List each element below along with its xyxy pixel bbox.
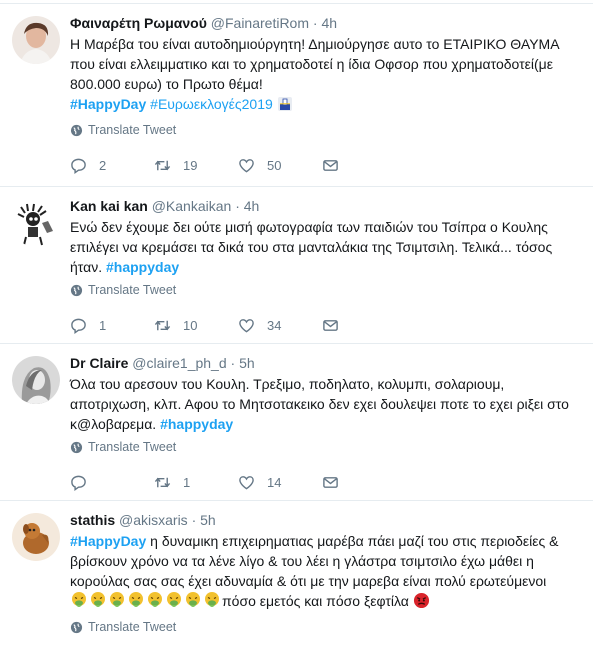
vomiting-face-icon <box>203 591 221 614</box>
globe-icon <box>70 284 83 296</box>
heart-icon <box>239 158 254 172</box>
tweet-header: Kan kai kan @Kankaikan · 4h <box>70 197 583 216</box>
separator-dot: · <box>235 198 240 214</box>
tweet-actions: 1 10 34 <box>70 315 583 335</box>
timestamp[interactable]: 5h <box>239 355 255 371</box>
envelope-icon <box>323 476 338 488</box>
hashtag-link[interactable]: #happyday <box>160 416 233 432</box>
tweet-text: Όλα του αρεσουν του Κουλη. Τρεξιμο, ποδη… <box>70 374 583 434</box>
fullname[interactable]: Φαιναρέτη Ρωμανού <box>70 15 207 31</box>
emoji-row <box>70 592 222 609</box>
tweet-text-body: Όλα του αρεσουν του Κουλη. Τρεξιμο, ποδη… <box>70 376 569 432</box>
tweet-text-tail: πόσο εμετός και πόσο ξεφτίλα <box>222 593 409 609</box>
tweet-actions: 1 14 <box>70 472 583 492</box>
heart-icon <box>239 475 254 489</box>
fullname[interactable]: Dr Claire <box>70 355 128 371</box>
retweet-icon <box>154 160 171 170</box>
reply-button[interactable]: 1 <box>70 317 154 334</box>
fullname[interactable]: Kan kai kan <box>70 198 148 214</box>
globe-icon <box>70 441 83 453</box>
avatar[interactable] <box>12 199 60 247</box>
globe-icon <box>70 621 83 633</box>
vomiting-face-icon <box>108 591 126 614</box>
reply-icon <box>71 318 86 334</box>
tweet[interactable]: Kan kai kan @Kankaikan · 4h Ενώ δεν έχου… <box>0 187 593 344</box>
reply-icon <box>71 158 86 174</box>
tweet-text: Ενώ δεν έχουμε δει ούτε μισή φωτογραφία … <box>70 217 583 277</box>
retweet-button[interactable]: 10 <box>154 317 238 334</box>
tweet-actions: 2 19 50 <box>70 155 583 175</box>
translate-tweet-link[interactable]: Translate Tweet <box>70 618 583 636</box>
separator-dot: · <box>191 512 197 528</box>
tweet[interactable]: stathis @akisxaris · 5h #HappyDay η δυνα… <box>0 501 593 649</box>
vomiting-face-icon <box>165 591 183 614</box>
like-button[interactable]: 50 <box>238 157 322 174</box>
heart-icon <box>239 318 254 332</box>
username[interactable]: @akisxaris <box>119 512 188 528</box>
avatar[interactable] <box>12 513 60 561</box>
vomiting-face-icon <box>70 591 88 614</box>
envelope-icon <box>323 159 338 171</box>
translate-tweet-link[interactable]: Translate Tweet <box>70 438 583 456</box>
vomiting-face-icon <box>146 591 164 614</box>
avatar[interactable] <box>12 356 60 404</box>
envelope-icon <box>323 319 338 331</box>
vomiting-face-icon <box>184 591 202 614</box>
retweet-icon <box>154 477 171 487</box>
separator-dot: · <box>312 15 318 31</box>
like-count: 34 <box>267 317 282 333</box>
globe-icon <box>70 124 83 136</box>
angry-face-icon <box>413 592 430 614</box>
like-button[interactable]: 14 <box>238 474 322 491</box>
translate-tweet-link[interactable]: Translate Tweet <box>70 121 583 139</box>
fullname[interactable]: stathis <box>70 512 115 528</box>
reply-button[interactable]: 2 <box>70 157 154 174</box>
timeline: Φαιναρέτη Ρωμανού @FainaretiRom · 4h Η Μ… <box>0 0 593 649</box>
tweet-text-body: Η Μαρέβα του είναι αυτοδημιούργητη! Δημι… <box>70 36 559 92</box>
username[interactable]: @claire1_ph_d <box>132 355 226 371</box>
retweet-button[interactable]: 1 <box>154 474 238 491</box>
reply-icon <box>71 475 86 491</box>
reply-button[interactable] <box>70 474 154 491</box>
reply-count: 2 <box>99 157 107 173</box>
timestamp[interactable]: 4h <box>321 15 337 31</box>
retweet-count: 10 <box>183 317 198 333</box>
timestamp[interactable]: 5h <box>200 512 216 528</box>
tweet-text: #HappyDay η δυναμικη επιχειρηματιας μαρέ… <box>70 531 583 614</box>
tweet-header: stathis @akisxaris · 5h <box>70 511 583 530</box>
vomiting-face-icon <box>89 591 107 614</box>
direct-message-button[interactable] <box>322 317 351 334</box>
hashtag-link[interactable]: #happyday <box>106 259 179 275</box>
direct-message-button[interactable] <box>322 157 351 174</box>
username[interactable]: @FainaretiRom <box>211 15 309 31</box>
like-button[interactable]: 34 <box>238 317 322 334</box>
hashtag-link[interactable]: #HappyDay <box>70 96 146 112</box>
retweet-count: 19 <box>183 157 198 173</box>
avatar[interactable] <box>12 16 60 64</box>
username[interactable]: @Kankaikan <box>152 198 232 214</box>
tweet-header: Φαιναρέτη Ρωμανού @FainaretiRom · 4h <box>70 14 583 33</box>
like-count: 14 <box>267 474 282 490</box>
retweet-button[interactable]: 19 <box>154 157 238 174</box>
direct-message-button[interactable] <box>322 474 351 491</box>
reply-count: 1 <box>99 317 107 333</box>
translate-label[interactable]: Translate Tweet <box>88 620 176 634</box>
like-count: 50 <box>267 157 282 173</box>
hashtag-link[interactable]: #Ευρωεκλογές2019 <box>150 96 273 112</box>
translate-label[interactable]: Translate Tweet <box>88 283 176 297</box>
tweet-header: Dr Claire @claire1_ph_d · 5h <box>70 354 583 373</box>
timestamp[interactable]: 4h <box>244 198 260 214</box>
tweet-text: Η Μαρέβα του είναι αυτοδημιούργητη! Δημι… <box>70 34 583 117</box>
tweet[interactable]: Dr Claire @claire1_ph_d · 5h Όλα του αρε… <box>0 344 593 501</box>
retweet-count: 1 <box>183 474 191 490</box>
translate-label[interactable]: Translate Tweet <box>88 123 176 137</box>
tweet[interactable]: Φαιναρέτη Ρωμανού @FainaretiRom · 4h Η Μ… <box>0 4 593 187</box>
translate-tweet-link[interactable]: Translate Tweet <box>70 281 583 299</box>
hashtag-link[interactable]: #HappyDay <box>70 533 146 549</box>
separator-dot: · <box>230 355 236 371</box>
retweet-icon <box>154 320 171 330</box>
translate-label[interactable]: Translate Tweet <box>88 440 176 454</box>
ballot-box-icon <box>277 96 293 117</box>
vomiting-face-icon <box>127 591 145 614</box>
